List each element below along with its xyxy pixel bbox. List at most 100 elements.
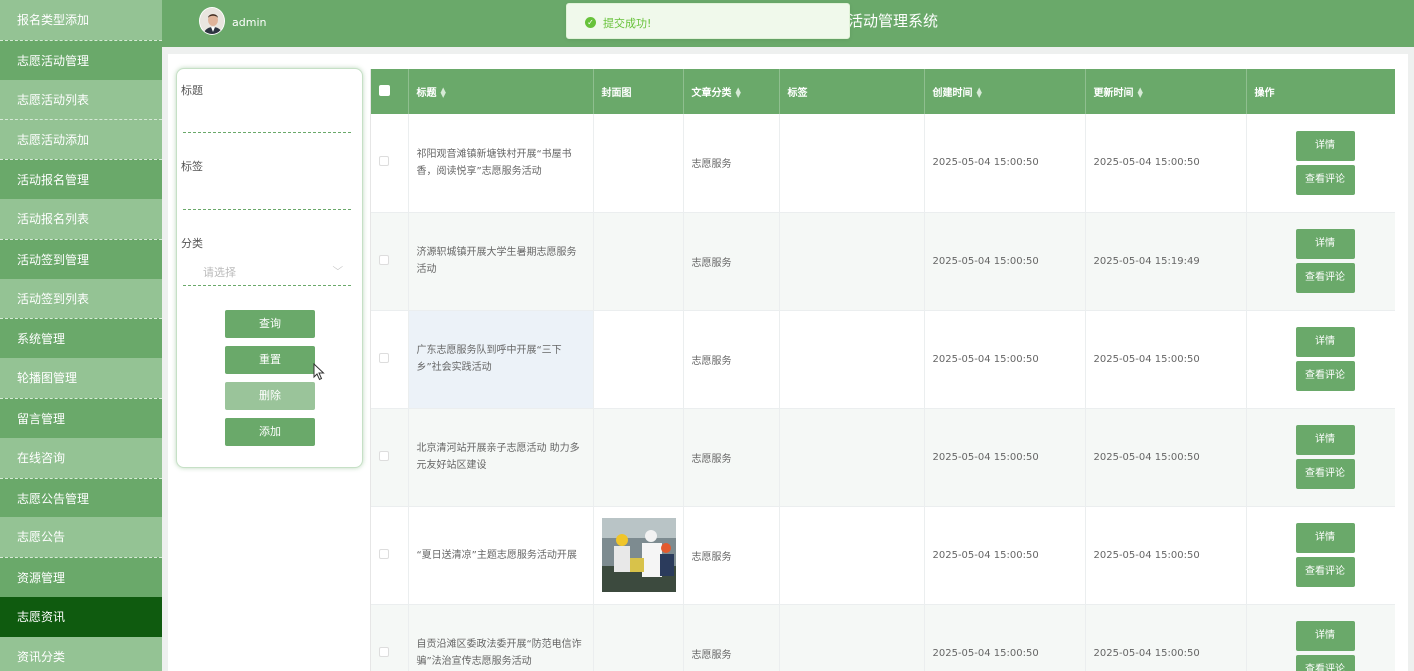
row-updated: 2025-05-04 15:00:50: [1085, 604, 1247, 671]
row-category: 志愿服务: [683, 212, 780, 311]
row-title: 北京清河站开展亲子志愿活动 助力多元友好站区建设: [408, 408, 594, 507]
row-cover: [593, 114, 684, 213]
row-ops: 详情 查看评论: [1246, 408, 1395, 507]
row-checkbox[interactable]: [379, 646, 389, 657]
sidebar-item-system-mgmt[interactable]: 系统管理: [0, 318, 162, 359]
row-ops: 详情 查看评论: [1246, 212, 1395, 311]
row-checkbox-cell: [371, 408, 409, 507]
sidebar-item-signup-mgmt[interactable]: 活动报名管理: [0, 159, 162, 199]
row-checkbox-cell: [371, 212, 409, 311]
row-updated: 2025-05-04 15:00:50: [1085, 506, 1247, 605]
cover-image[interactable]: [601, 518, 676, 592]
view-comments-button[interactable]: 查看评论: [1295, 164, 1355, 195]
sidebar-item-notice[interactable]: 志愿公告: [0, 517, 162, 558]
detail-button[interactable]: 详情: [1295, 130, 1355, 161]
sidebar: 报名类型添加 志愿活动管理 志愿活动列表 志愿活动添加 活动报名管理 活动报名列…: [0, 0, 162, 671]
reset-button[interactable]: 重置: [225, 346, 315, 374]
sidebar-item-signup-type-add[interactable]: 报名类型添加: [0, 0, 162, 40]
detail-button[interactable]: 详情: [1295, 327, 1355, 357]
row-checkbox[interactable]: [379, 352, 389, 363]
row-checkbox[interactable]: [379, 254, 389, 265]
sort-icon[interactable]: ▲ ▼: [977, 87, 982, 99]
detail-button[interactable]: 详情: [1295, 229, 1355, 259]
category-select-underline: [183, 285, 351, 286]
row-checkbox[interactable]: [379, 156, 389, 167]
table-row: 广东志愿服务队到呼中开展“三下乡”社会实践活动 志愿服务 2025-05-04 …: [371, 310, 1395, 409]
tag-input[interactable]: [183, 209, 351, 210]
row-ops: 详情 查看评论: [1246, 114, 1395, 213]
category-select[interactable]: 请选择: [203, 264, 236, 280]
select-all-checkbox[interactable]: [379, 84, 390, 96]
system-title: 活动管理系统: [848, 12, 939, 30]
header-title[interactable]: 标题 ▲ ▼: [408, 69, 594, 114]
sidebar-item-resource-mgmt[interactable]: 资源管理: [0, 557, 162, 597]
detail-button[interactable]: 详情: [1295, 425, 1355, 455]
row-checkbox-cell: [371, 310, 409, 409]
row-cover: [593, 310, 684, 409]
view-comments-button[interactable]: 查看评论: [1295, 263, 1355, 293]
row-title: 自贡沿滩区委政法委开展“防范电信诈骗”法治宣传志愿服务活动: [408, 604, 594, 671]
row-tags: [779, 408, 925, 507]
row-category: 志愿服务: [683, 114, 780, 213]
header-ops: 操作: [1246, 69, 1395, 114]
avatar[interactable]: [199, 7, 225, 35]
table-row: 自贡沿滩区委政法委开展“防范电信诈骗”法治宣传志愿服务活动 志愿服务 2025-…: [371, 604, 1395, 671]
sidebar-item-volunteer-news[interactable]: 志愿资讯: [0, 596, 162, 637]
admin-username[interactable]: admin: [232, 16, 266, 29]
view-comments-button[interactable]: 查看评论: [1295, 557, 1355, 587]
sidebar-item-checkin-mgmt[interactable]: 活动签到管理: [0, 238, 162, 279]
row-created: 2025-05-04 15:00:50: [924, 506, 1086, 605]
view-comments-button[interactable]: 查看评论: [1295, 655, 1355, 671]
row-checkbox[interactable]: [379, 548, 389, 559]
sidebar-item-online-consult[interactable]: 在线咨询: [0, 437, 162, 478]
header-tags-label: 标签: [787, 88, 808, 99]
table-row: 北京清河站开展亲子志愿活动 助力多元友好站区建设 志愿服务 2025-05-04…: [371, 408, 1395, 507]
detail-button[interactable]: 详情: [1295, 621, 1355, 651]
row-created: 2025-05-04 15:00:50: [924, 114, 1086, 213]
header-tags: 标签: [779, 69, 925, 114]
header-created[interactable]: 创建时间 ▲ ▼: [924, 69, 1086, 114]
table-header-row: 标题 ▲ ▼ 封面图 文章分类 ▲ ▼ 标签 创建时间 ▲ ▼ 更新时间 ▲ ▼ 操作: [371, 69, 1395, 114]
row-category: 志愿服务: [683, 310, 780, 409]
toast-message: 提交成功!: [603, 17, 652, 30]
row-title: 祁阳观音滩镇新塘铁村开展“书屋书香，阅读悦享”志愿服务活动: [408, 114, 594, 213]
sort-icon[interactable]: ▲ ▼: [736, 87, 741, 99]
search-panel: 标题 标签 分类 请选择 ⌵ 查询 重置 删除 添加: [176, 68, 363, 468]
row-tags: [779, 604, 925, 671]
sidebar-item-notice-mgmt[interactable]: 志愿公告管理: [0, 477, 162, 518]
row-title: “夏日送清凉”主题志愿服务活动开展: [408, 506, 594, 605]
sidebar-item-volunteer-activity-mgmt[interactable]: 志愿活动管理: [0, 39, 162, 80]
delete-button[interactable]: 删除: [225, 382, 315, 410]
sidebar-item-news-category[interactable]: 资讯分类: [0, 636, 162, 671]
row-updated: 2025-05-04 15:00:50: [1085, 114, 1247, 213]
sidebar-item-checkin-list[interactable]: 活动签到列表: [0, 278, 162, 319]
sidebar-item-signup-list[interactable]: 活动报名列表: [0, 198, 162, 239]
row-created: 2025-05-04 15:00:50: [924, 408, 1086, 507]
category-field-label: 分类: [181, 237, 203, 250]
header-cover: 封面图: [593, 69, 684, 114]
title-input[interactable]: [183, 132, 351, 133]
sort-icon[interactable]: ▲ ▼: [441, 87, 446, 99]
sidebar-item-message-mgmt[interactable]: 留言管理: [0, 397, 162, 438]
sidebar-item-carousel-mgmt[interactable]: 轮播图管理: [0, 358, 162, 398]
sidebar-item-volunteer-activity-list[interactable]: 志愿活动列表: [0, 79, 162, 120]
row-tags: [779, 506, 925, 605]
header-updated[interactable]: 更新时间 ▲ ▼: [1085, 69, 1247, 114]
view-comments-button[interactable]: 查看评论: [1295, 459, 1355, 489]
row-checkbox[interactable]: [379, 450, 389, 461]
view-comments-button[interactable]: 查看评论: [1295, 361, 1355, 391]
row-category: 志愿服务: [683, 408, 780, 507]
query-button[interactable]: 查询: [225, 310, 315, 338]
row-created: 2025-05-04 15:00:50: [924, 212, 1086, 311]
header-title-label: 标题: [416, 88, 437, 99]
select-all-header: [371, 69, 409, 114]
sort-icon[interactable]: ▲ ▼: [1138, 87, 1143, 99]
success-toast: ✓ 提交成功!: [566, 3, 850, 39]
table-row: 济源轵城镇开展大学生暑期志愿服务活动 志愿服务 2025-05-04 15:00…: [371, 212, 1395, 311]
row-updated: 2025-05-04 15:19:49: [1085, 212, 1247, 311]
add-button[interactable]: 添加: [225, 418, 315, 446]
header-category[interactable]: 文章分类 ▲ ▼: [683, 69, 780, 114]
chevron-down-icon[interactable]: ⌵: [332, 262, 343, 273]
detail-button[interactable]: 详情: [1295, 523, 1355, 553]
sidebar-item-volunteer-activity-add[interactable]: 志愿活动添加: [0, 119, 162, 160]
